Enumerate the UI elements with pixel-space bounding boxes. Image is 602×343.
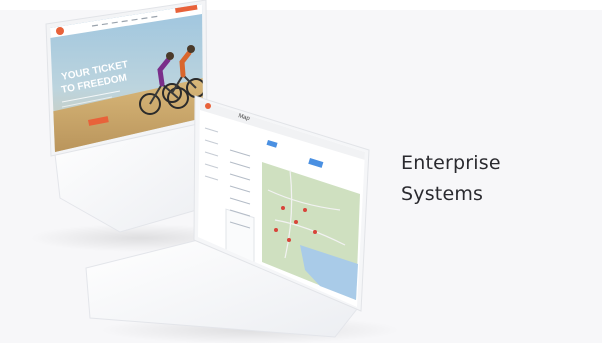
laptop-front: YOUR TICKET TO FREEDOM <box>45 0 215 233</box>
page-stage: YOUR TICKET TO FREEDOM Map Enterprise Sy… <box>0 0 602 343</box>
headline-line-1: Enterprise <box>401 152 501 174</box>
logo-badge-icon <box>56 27 64 35</box>
app-logo-icon <box>205 103 211 109</box>
headline: Enterprise Systems <box>401 148 581 210</box>
headline-line-2: Systems <box>401 183 484 205</box>
